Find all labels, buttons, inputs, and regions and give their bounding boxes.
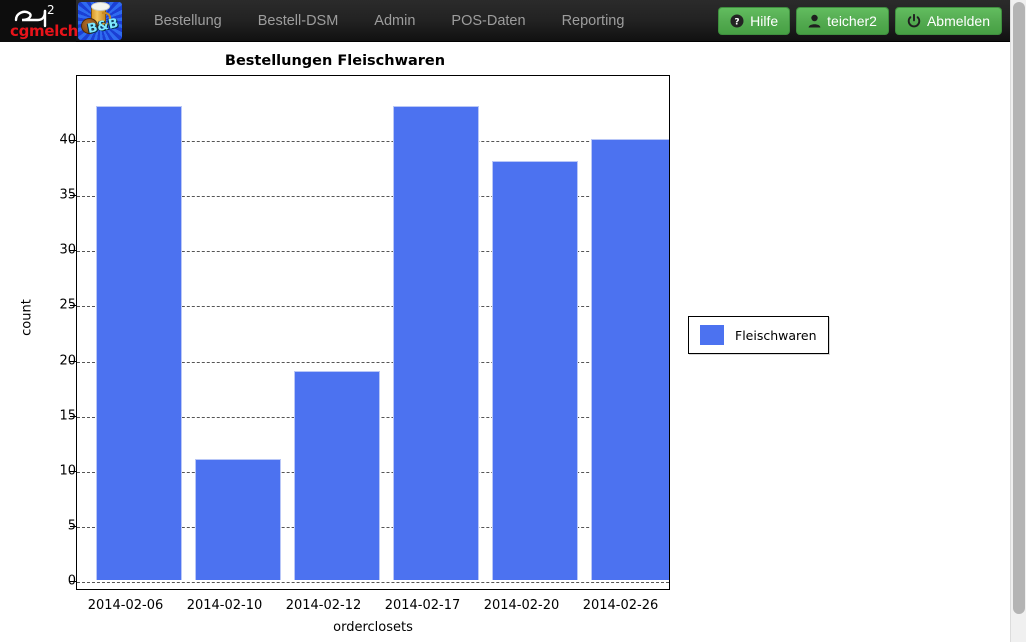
- chart-legend: Fleischwaren: [688, 316, 829, 354]
- app-logo-bb[interactable]: B&B: [78, 2, 122, 40]
- question-circle-icon: ?: [730, 14, 744, 28]
- bar[interactable]: [96, 106, 182, 580]
- x-tick-label: 2014-02-17: [373, 598, 472, 618]
- bar[interactable]: [393, 106, 479, 580]
- brand-logo[interactable]: 2 cgmelch: [0, 0, 76, 42]
- user-icon: [808, 14, 821, 28]
- x-tick-label: 2014-02-26: [571, 598, 670, 618]
- user-button[interactable]: teicher2: [796, 7, 889, 35]
- chart-title: Bestellungen Fleischwaren: [0, 53, 670, 69]
- nav-link-pos-daten[interactable]: POS-Daten: [433, 0, 543, 42]
- legend-swatch-fleischwaren: [700, 325, 724, 345]
- x-tick-label: 2014-02-20: [472, 598, 571, 618]
- logout-button[interactable]: Abmelden: [895, 7, 1002, 35]
- top-navbar: 2 cgmelch B&B Bestellung Bestell-DSM Adm…: [0, 0, 1010, 42]
- help-button-label: Hilfe: [750, 13, 778, 29]
- nav-actions: ? Hilfe teicher2 Abmelden: [718, 7, 1010, 35]
- nav-links: Bestellung Bestell-DSM Admin POS-Daten R…: [136, 0, 642, 42]
- x-tick-label: 2014-02-10: [175, 598, 274, 618]
- bar[interactable]: [492, 161, 578, 580]
- bar[interactable]: [294, 371, 380, 580]
- power-icon: [907, 14, 921, 28]
- x-axis-tick-labels: 2014-02-062014-02-102014-02-122014-02-17…: [76, 598, 670, 618]
- nav-link-reporting[interactable]: Reporting: [544, 0, 643, 42]
- page-body: Bestellungen Fleischwaren 05101520253035…: [0, 42, 1010, 642]
- nav-link-bestell-dsm[interactable]: Bestell-DSM: [240, 0, 357, 42]
- vertical-scrollbar[interactable]: [1010, 0, 1026, 642]
- bar[interactable]: [195, 459, 281, 580]
- scrollbar-thumb[interactable]: [1013, 2, 1025, 614]
- x-axis-label: orderclosets: [76, 620, 670, 635]
- x-tick-label: 2014-02-12: [274, 598, 373, 618]
- logo-exponent: 2: [47, 4, 55, 17]
- plot-frame: [76, 75, 670, 590]
- user-button-label: teicher2: [827, 13, 877, 29]
- logout-button-label: Abmelden: [927, 13, 990, 29]
- gridline: [77, 582, 669, 583]
- y-axis-label: count: [20, 278, 35, 358]
- help-button[interactable]: ? Hilfe: [718, 7, 790, 35]
- svg-text:?: ?: [735, 17, 740, 27]
- brand-name: cgmelch: [10, 22, 78, 40]
- plot-area: [77, 76, 669, 589]
- legend-label-fleischwaren: Fleischwaren: [735, 328, 817, 343]
- nav-link-bestellung[interactable]: Bestellung: [136, 0, 240, 42]
- nav-link-admin[interactable]: Admin: [356, 0, 433, 42]
- x-tick-label: 2014-02-06: [76, 598, 175, 618]
- bar[interactable]: [591, 139, 669, 580]
